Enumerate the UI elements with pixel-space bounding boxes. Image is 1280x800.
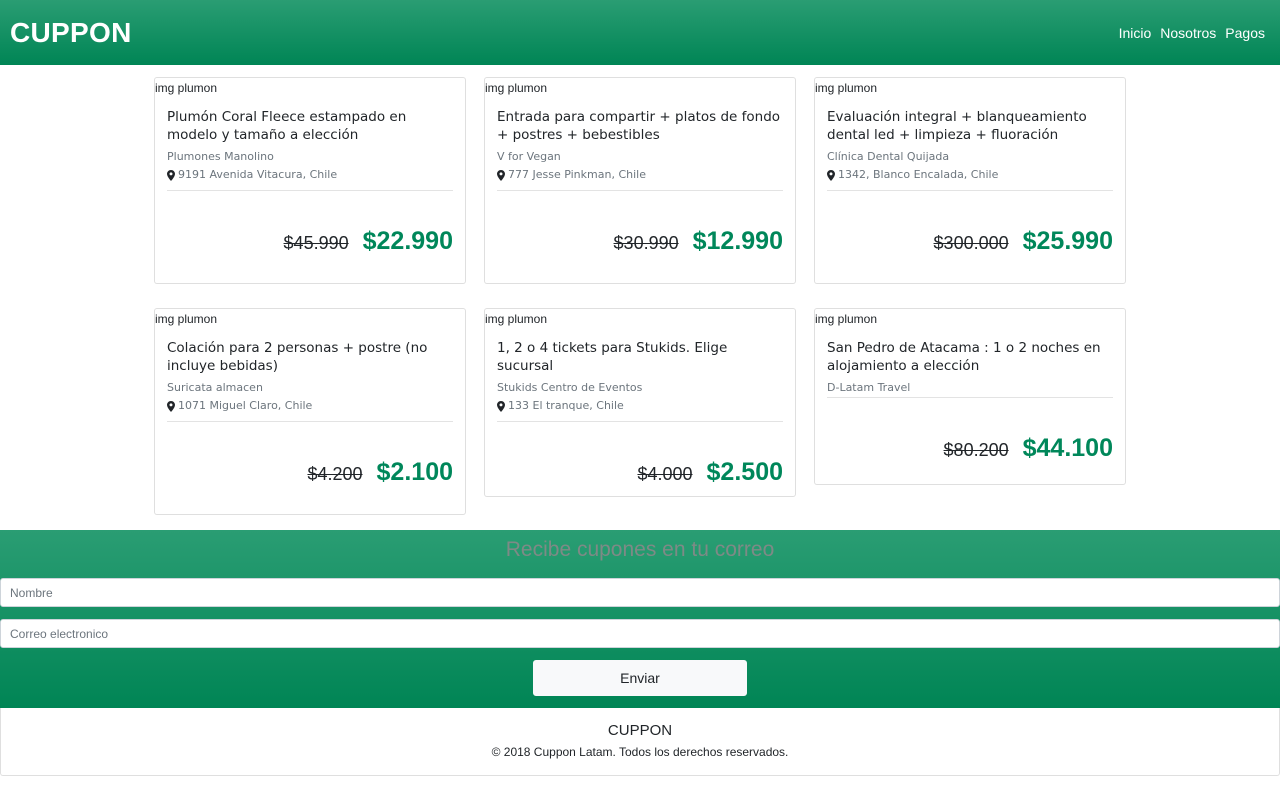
newsletter-title: Recibe cupones en tu correo [505,538,775,561]
deal-prices: $4.000 $2.500 [497,422,783,501]
map-pin-icon [497,400,505,412]
new-price: $2.100 [376,458,453,486]
deal-image[interactable]: img plumon [815,309,1125,329]
top-navbar: CUPPON Inicio Nosotros Pagos [0,0,1280,65]
deal-image-alt: img plumon [485,312,548,326]
send-button[interactable]: Enviar [533,660,747,696]
nav-link-nosotros[interactable]: Nosotros [1151,25,1216,41]
old-price: $80.200 [943,440,1009,460]
map-pin-icon [827,169,835,181]
footer-brand: CUPPON [607,722,673,739]
brand-logo[interactable]: CUPPON [10,17,132,49]
deal-title[interactable]: Plumón Coral Fleece estampado en modelo … [167,108,453,144]
deal-image[interactable]: img plumon [485,78,795,98]
deal-address-text: 9191 Avenida Vitacura, Chile [178,168,338,181]
email-field[interactable] [0,619,1280,648]
old-price: $45.990 [283,233,349,253]
new-price: $44.100 [1022,434,1113,462]
map-pin-icon [497,169,505,181]
deal-image[interactable]: img plumon [155,78,465,98]
new-price: $2.500 [706,458,783,486]
deal-prices: $300.000 $25.990 [827,191,1113,270]
nav-link-inicio[interactable]: Inicio [1110,25,1152,41]
deal-image-alt: img plumon [815,81,878,95]
old-price: $4.000 [637,464,693,484]
map-pin-icon [167,169,175,181]
deal-title[interactable]: Colación para 2 personas + postre (no in… [167,339,453,375]
deal-image[interactable]: img plumon [485,309,795,329]
deal-card[interactable]: img plumon Entrada para compartir + plat… [484,77,796,284]
name-field[interactable] [0,578,1280,607]
deal-title[interactable]: San Pedro de Atacama : 1 o 2 noches en a… [827,339,1113,375]
new-price: $22.990 [362,227,453,255]
deal-address-text: 1342, Blanco Encalada, Chile [838,168,999,181]
deal-image-alt: img plumon [155,81,218,95]
deal-card[interactable]: img plumon San Pedro de Atacama : 1 o 2 … [814,308,1126,485]
deal-card[interactable]: img plumon 1, 2 o 4 tickets para Stukids… [484,308,796,497]
newsletter-section: Recibe cupones en tu correo Enviar [0,530,1280,708]
deal-card[interactable]: img plumon Colación para 2 personas + po… [154,308,466,515]
deal-title[interactable]: Evaluación integral + blanqueamiento den… [827,108,1113,144]
deal-merchant: Suricata almacen [167,381,263,394]
old-price: $4.200 [307,464,363,484]
deal-merchant: Stukids Centro de Eventos [497,381,643,394]
deal-address-text: 777 Jesse Pinkman, Chile [508,168,646,181]
deal-address-text: 1071 Miguel Claro, Chile [178,399,313,412]
deal-merchant: Clínica Dental Quijada [827,150,950,163]
deal-image-alt: img plumon [155,312,218,326]
footer-copyright: © 2018 Cuppon Latam. Todos los derechos … [491,745,789,759]
old-price: $300.000 [933,233,1009,253]
old-price: $30.990 [613,233,679,253]
deal-address: 777 Jesse Pinkman, Chile [497,168,783,182]
deal-title[interactable]: 1, 2 o 4 tickets para Stukids. Elige suc… [497,339,783,375]
deal-image-alt: img plumon [815,312,878,326]
new-price: $25.990 [1022,227,1113,255]
deal-address: 1071 Miguel Claro, Chile [167,399,453,413]
deal-prices: $4.200 $2.100 [167,422,453,501]
deal-title[interactable]: Entrada para compartir + platos de fondo… [497,108,783,144]
nav-links: Inicio Nosotros Pagos [1110,25,1265,41]
deal-image[interactable]: img plumon [815,78,1125,98]
deal-image[interactable]: img plumon [155,309,465,329]
new-price: $12.990 [692,227,783,255]
deal-address: 1342, Blanco Encalada, Chile [827,168,1113,182]
deal-prices: $80.200 $44.100 [827,398,1113,477]
deal-merchant: D-Latam Travel [827,381,911,394]
footer: CUPPON © 2018 Cuppon Latam. Todos los de… [0,708,1280,776]
deal-card[interactable]: img plumon Plumón Coral Fleece estampado… [154,77,466,284]
nav-link-pagos[interactable]: Pagos [1216,25,1265,41]
deal-merchant: V for Vegan [497,150,561,163]
map-pin-icon [167,400,175,412]
deal-merchant: Plumones Manolino [167,150,274,163]
deal-address: 9191 Avenida Vitacura, Chile [167,168,453,182]
deal-image-alt: img plumon [485,81,548,95]
deal-card[interactable]: img plumon Evaluación integral + blanque… [814,77,1126,284]
deal-prices: $45.990 $22.990 [167,191,453,270]
deal-address: 133 El tranque, Chile [497,399,783,413]
deal-address-text: 133 El tranque, Chile [508,399,624,412]
deal-prices: $30.990 $12.990 [497,191,783,270]
